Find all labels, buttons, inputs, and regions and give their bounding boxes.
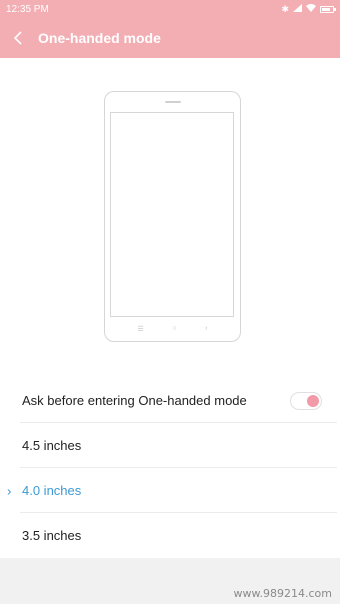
ask-before-label: Ask before entering One-handed mode (22, 393, 247, 408)
signal-icon (293, 4, 302, 14)
status-icons: ✱ (281, 3, 336, 15)
size-option-label: 4.0 inches (22, 483, 82, 498)
toggle-knob (307, 394, 319, 407)
size-option-label: 4.5 inches (22, 438, 82, 453)
phone-nav-keys: ☰ ○ ‹ (105, 325, 240, 333)
page-title: One-handed mode (38, 30, 161, 46)
battery-fill (322, 7, 330, 11)
home-key-icon: ○ (172, 325, 177, 332)
selected-chevron-icon: › (7, 483, 12, 498)
phone-preview-image: ☰ ○ ‹ (104, 91, 241, 342)
wifi-icon (306, 4, 316, 14)
bottom-area: www.989214.com (0, 558, 340, 604)
ask-before-row[interactable]: Ask before entering One-handed mode (0, 378, 340, 423)
size-option-label: 3.5 inches (22, 528, 82, 543)
battery-icon (320, 5, 336, 13)
screen: 12:35 PM ✱ One-handed mode ☰ ○ ‹ Ask bef… (0, 0, 340, 604)
size-option-4-0[interactable]: › 4.0 inches (0, 468, 340, 513)
title-bar: One-handed mode (0, 18, 340, 58)
watermark: www.989214.com (233, 587, 332, 600)
size-option-3-5[interactable]: 3.5 inches (0, 513, 340, 558)
back-key-icon: ‹ (205, 325, 208, 332)
menu-key-icon: ☰ (137, 326, 144, 333)
phone-screen (110, 112, 234, 317)
settings-panel: ☰ ○ ‹ Ask before entering One-handed mod… (0, 58, 340, 558)
phone-speaker (165, 101, 181, 103)
status-bar: 12:35 PM ✱ (0, 0, 340, 18)
chevron-left-icon (13, 31, 22, 45)
back-button[interactable] (0, 18, 36, 58)
status-time: 12:35 PM (6, 3, 49, 15)
ask-before-toggle[interactable] (290, 391, 322, 410)
bluetooth-icon: ✱ (281, 3, 289, 14)
size-option-4-5[interactable]: 4.5 inches (0, 423, 340, 468)
